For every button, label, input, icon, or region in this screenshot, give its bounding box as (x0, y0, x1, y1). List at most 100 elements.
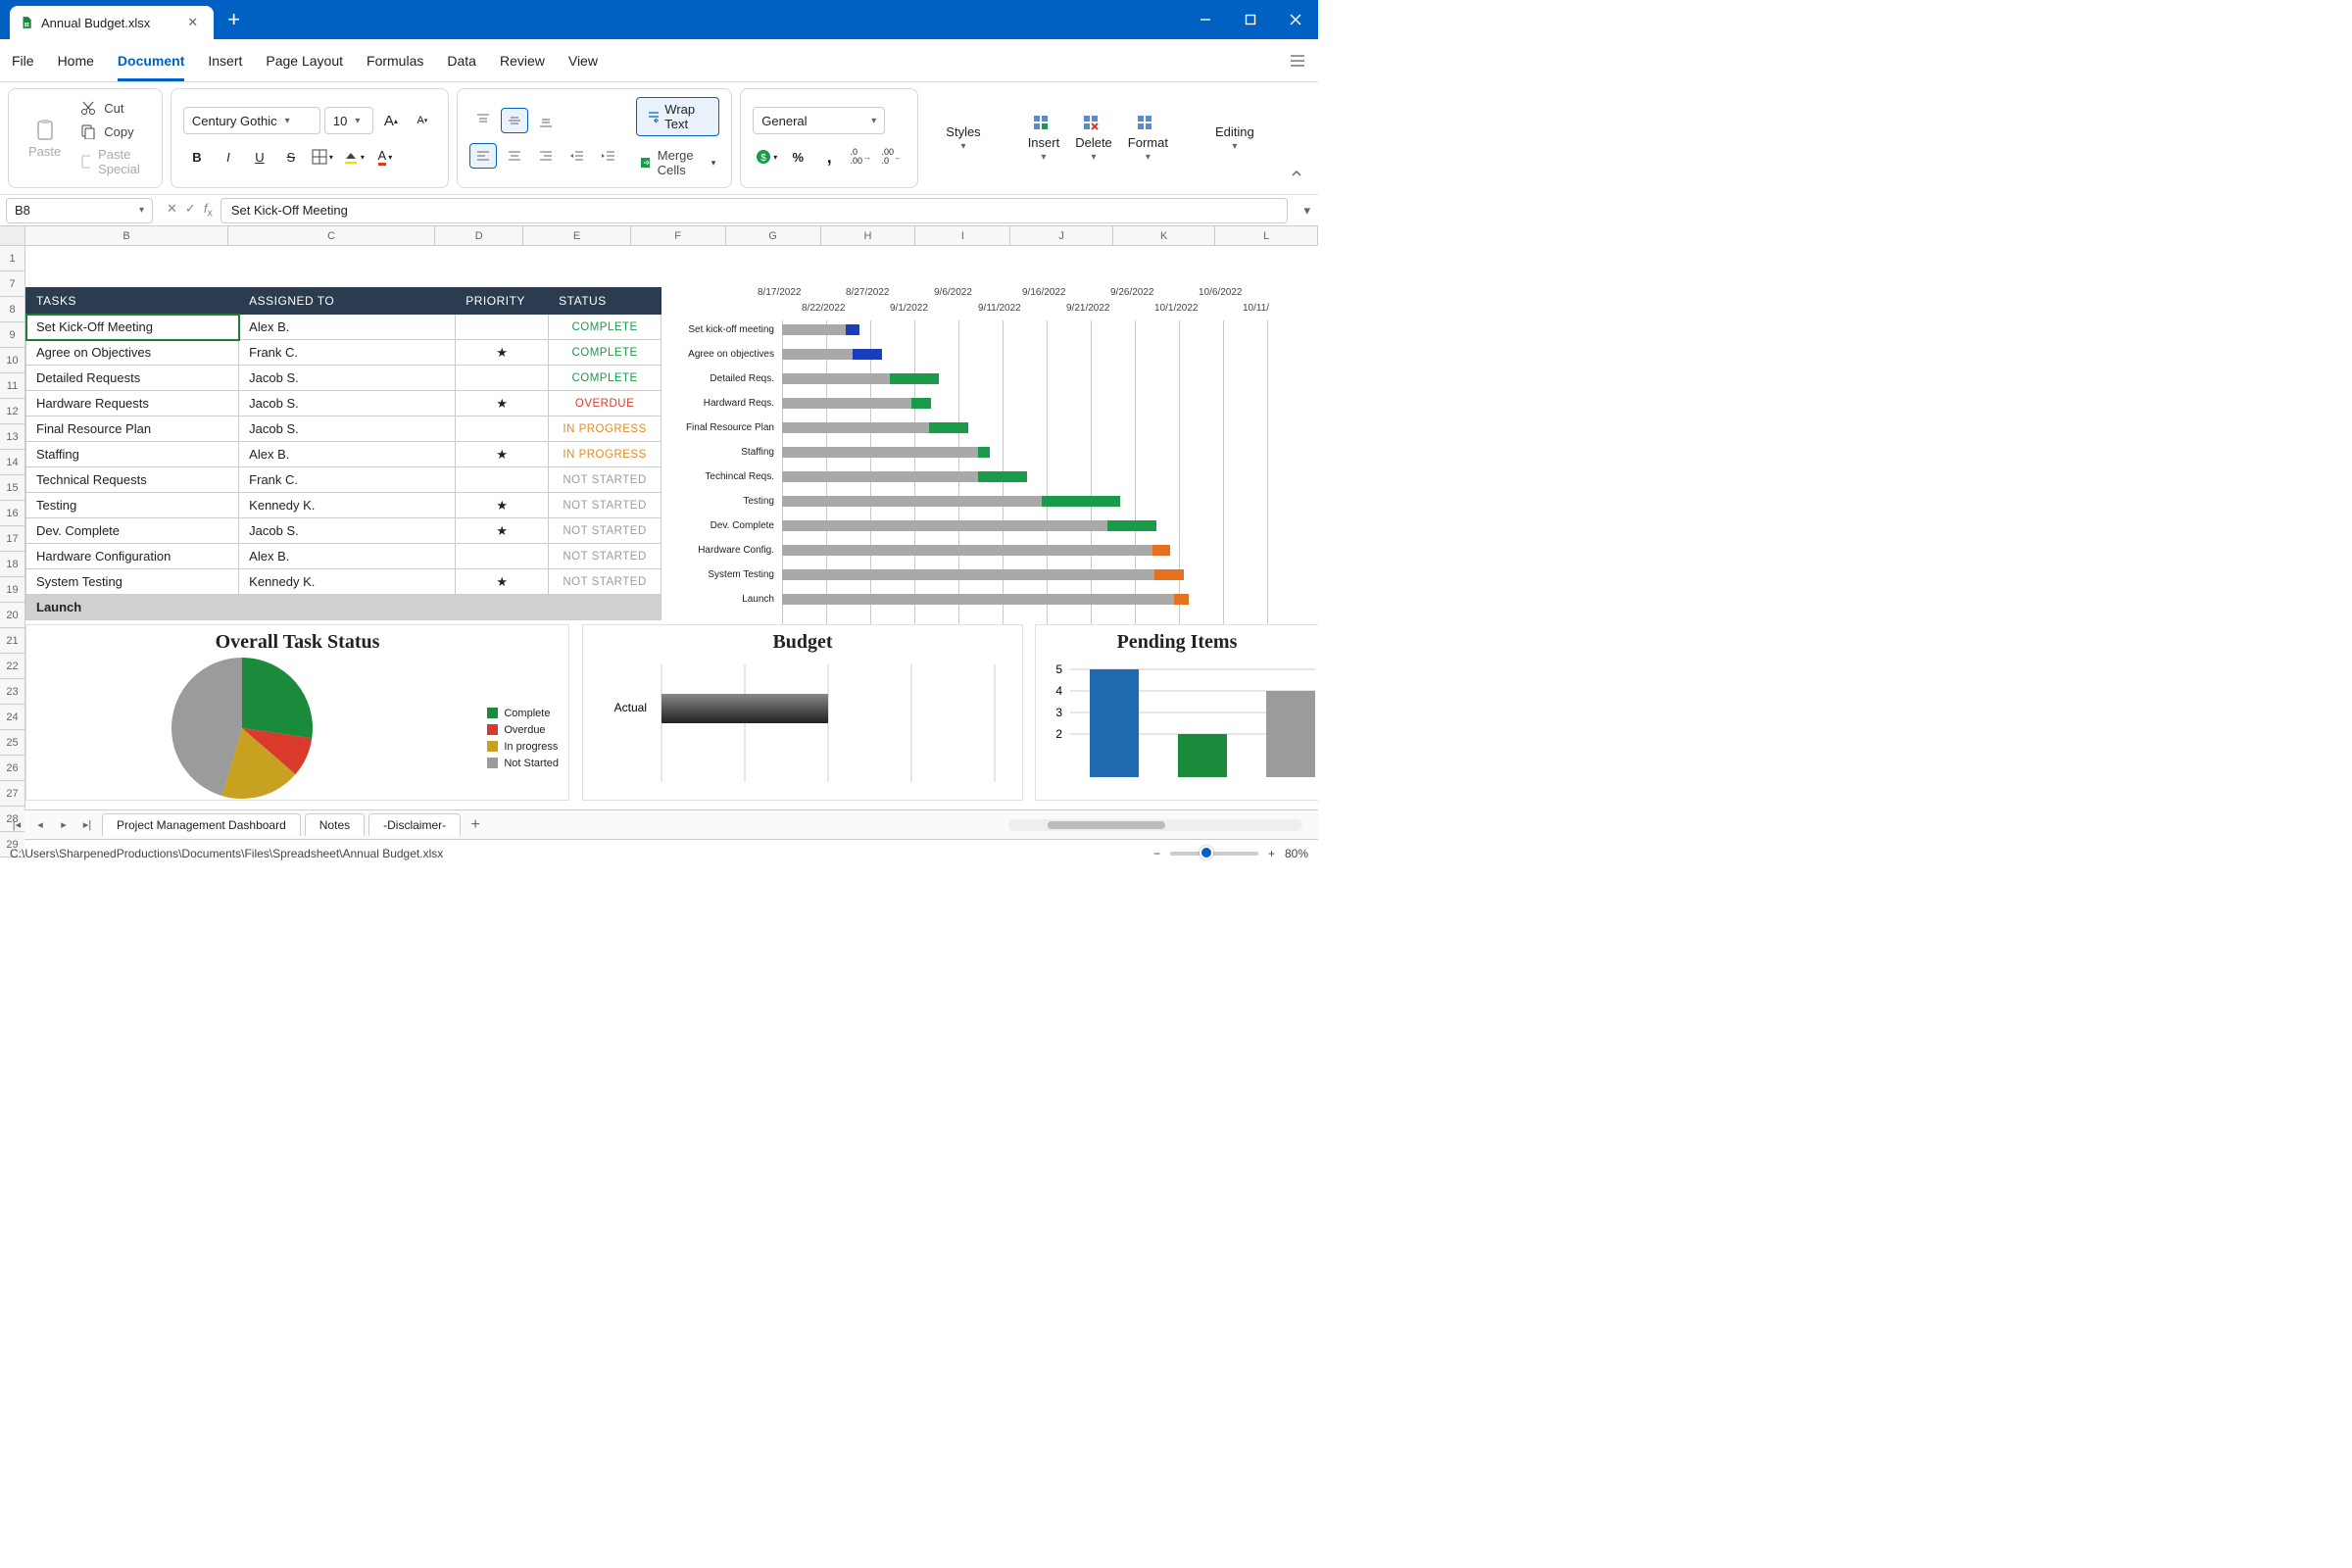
align-middle-button[interactable] (501, 108, 528, 133)
table-row[interactable]: TestingKennedy K.★NOT STARTED (26, 493, 662, 518)
sheet-tab[interactable]: Project Management Dashboard (102, 813, 301, 836)
row-header[interactable]: 20 (0, 603, 24, 628)
borders-button[interactable]: ▾ (309, 144, 336, 170)
column-header[interactable]: C (228, 226, 435, 245)
row-header[interactable]: 21 (0, 628, 24, 654)
row-header[interactable]: 17 (0, 526, 24, 552)
align-top-button[interactable] (469, 108, 497, 133)
close-window-button[interactable] (1273, 0, 1318, 39)
insert-cells-button[interactable]: Insert▾ (1020, 96, 1068, 180)
underline-button[interactable]: U (246, 144, 273, 170)
next-sheet-button[interactable]: ▸ (53, 814, 74, 836)
format-cells-button[interactable]: Format▾ (1120, 96, 1176, 180)
table-row[interactable]: Final Resource PlanJacob S.IN PROGRESS (26, 416, 662, 442)
minimize-button[interactable] (1183, 0, 1228, 39)
table-row[interactable]: Agree on ObjectivesFrank C.★COMPLETE (26, 340, 662, 366)
percent-button[interactable]: % (784, 144, 811, 170)
row-header[interactable]: 8 (0, 297, 24, 322)
cut-button[interactable]: Cut (76, 98, 150, 118)
launch-row[interactable]: Launch (26, 595, 662, 620)
row-header[interactable]: 11 (0, 373, 24, 399)
align-center-button[interactable] (501, 143, 528, 169)
row-header[interactable]: 27 (0, 781, 24, 807)
menu-formulas[interactable]: Formulas (367, 53, 423, 69)
menu-file[interactable]: File (12, 53, 34, 69)
fx-icon[interactable]: fx (204, 201, 213, 220)
bold-button[interactable]: B (183, 144, 211, 170)
add-tab-button[interactable]: + (214, 7, 254, 32)
column-header[interactable]: D (435, 226, 523, 245)
row-header[interactable]: 23 (0, 679, 24, 705)
italic-button[interactable]: I (215, 144, 242, 170)
font-size-select[interactable]: 10▾ (324, 107, 373, 134)
menu-review[interactable]: Review (500, 53, 545, 69)
row-header[interactable]: 16 (0, 501, 24, 526)
comma-button[interactable]: , (815, 144, 843, 170)
row-header[interactable]: 26 (0, 756, 24, 781)
column-header[interactable]: F (631, 226, 726, 245)
number-format-select[interactable]: General▾ (753, 107, 885, 134)
menu-insert[interactable]: Insert (208, 53, 242, 69)
add-sheet-button[interactable]: + (465, 814, 486, 836)
column-header[interactable]: J (1010, 226, 1113, 245)
row-header[interactable]: 18 (0, 552, 24, 577)
paste-special-button[interactable]: Paste Special (76, 145, 150, 178)
row-header[interactable]: 15 (0, 475, 24, 501)
row-header[interactable]: 25 (0, 730, 24, 756)
menu-page-layout[interactable]: Page Layout (266, 53, 343, 69)
align-right-button[interactable] (532, 143, 560, 169)
formula-input[interactable]: Set Kick-Off Meeting (220, 198, 1289, 223)
decrease-indent-button[interactable] (564, 143, 591, 169)
document-tab[interactable]: Annual Budget.xlsx ✕ (10, 6, 214, 39)
row-header[interactable]: 19 (0, 577, 24, 603)
paste-button[interactable]: Paste (21, 97, 69, 179)
column-header[interactable]: I (915, 226, 1010, 245)
table-row[interactable]: Hardware RequestsJacob S.★OVERDUE (26, 391, 662, 416)
table-row[interactable]: System TestingKennedy K.★NOT STARTED (26, 569, 662, 595)
first-sheet-button[interactable]: |◂ (6, 814, 27, 836)
align-bottom-button[interactable] (532, 108, 560, 133)
tasks-table[interactable]: TASKSASSIGNED TOPRIORITYSTATUS Set Kick-… (25, 287, 662, 620)
column-header[interactable]: K (1113, 226, 1216, 245)
editing-button[interactable]: Editing▾ (1207, 96, 1262, 180)
table-row[interactable]: Dev. CompleteJacob S.★NOT STARTED (26, 518, 662, 544)
table-row[interactable]: Hardware ConfigurationAlex B.NOT STARTED (26, 544, 662, 569)
row-header[interactable]: 14 (0, 450, 24, 475)
menu-hamburger-icon[interactable] (1289, 52, 1306, 70)
wrap-text-button[interactable]: Wrap Text (636, 97, 719, 136)
expand-formula-bar-icon[interactable]: ▾ (1296, 203, 1318, 219)
row-header[interactable]: 7 (0, 271, 24, 297)
styles-button[interactable]: Styles▾ (938, 96, 988, 180)
sheet-tab[interactable]: -Disclaimer- (368, 813, 461, 836)
horizontal-scrollbar[interactable] (1008, 819, 1302, 831)
currency-button[interactable]: $▾ (753, 144, 780, 170)
menu-home[interactable]: Home (58, 53, 94, 69)
column-header[interactable]: E (523, 226, 630, 245)
decrease-decimal-button[interactable]: .00.0← (878, 144, 906, 170)
font-color-button[interactable]: A▾ (371, 144, 399, 170)
column-header[interactable]: G (726, 226, 821, 245)
column-header[interactable]: L (1215, 226, 1318, 245)
menu-view[interactable]: View (568, 53, 598, 69)
cancel-formula-icon[interactable]: ✕ (167, 201, 177, 220)
accept-formula-icon[interactable]: ✓ (185, 201, 196, 220)
table-row[interactable]: StaffingAlex B.★IN PROGRESS (26, 442, 662, 467)
delete-cells-button[interactable]: Delete▾ (1067, 96, 1120, 180)
menu-data[interactable]: Data (447, 53, 476, 69)
table-row[interactable]: Detailed RequestsJacob S.COMPLETE (26, 366, 662, 391)
row-header[interactable]: 13 (0, 424, 24, 450)
close-tab-icon[interactable]: ✕ (187, 15, 198, 30)
collapse-ribbon-button[interactable] (1282, 159, 1311, 188)
row-header[interactable]: 22 (0, 654, 24, 679)
copy-button[interactable]: Copy (76, 122, 150, 141)
sheet-tab[interactable]: Notes (305, 813, 365, 836)
maximize-button[interactable] (1228, 0, 1273, 39)
decrease-font-button[interactable]: A▾ (409, 108, 436, 133)
table-row[interactable]: Set Kick-Off MeetingAlex B.COMPLETE (26, 315, 662, 340)
increase-font-button[interactable]: A▴ (377, 108, 405, 133)
merge-cells-button[interactable]: Merge Cells▾ (636, 146, 719, 179)
increase-decimal-button[interactable]: .0.00→ (847, 144, 874, 170)
row-header[interactable]: 1 (0, 246, 24, 271)
zoom-slider[interactable] (1170, 852, 1258, 856)
row-header[interactable]: 12 (0, 399, 24, 424)
